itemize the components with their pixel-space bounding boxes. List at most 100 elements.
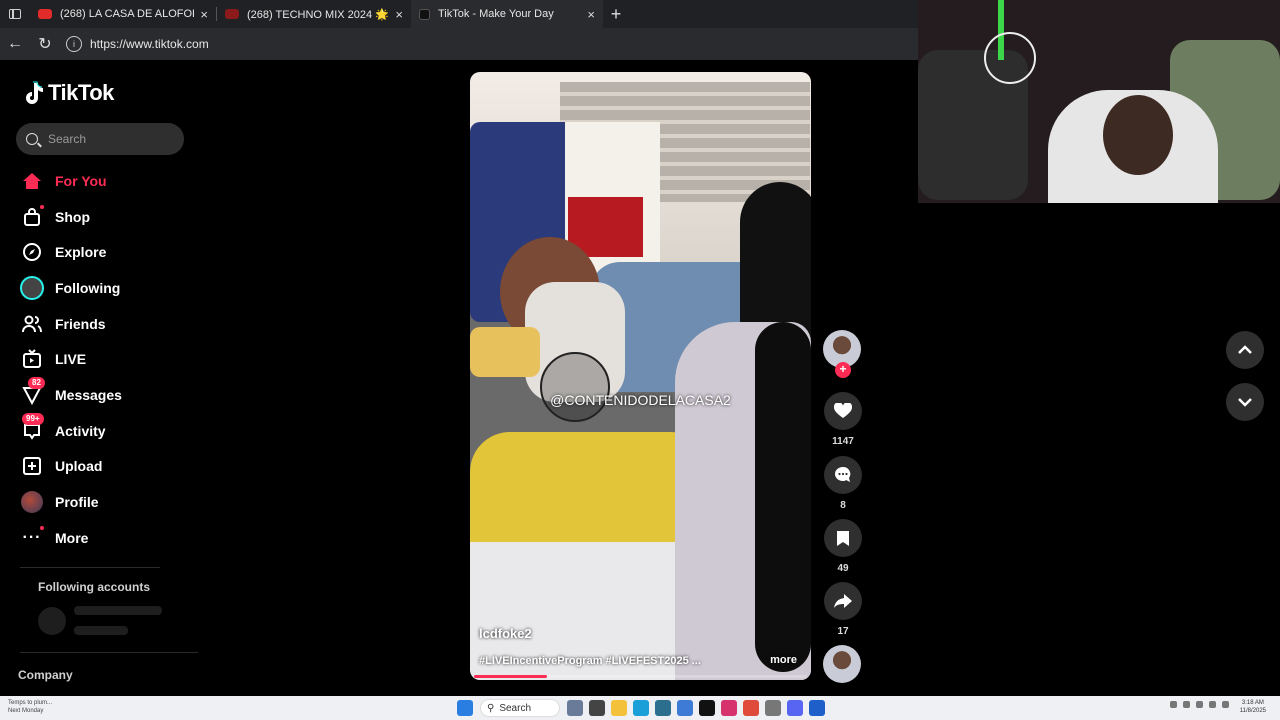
nav-label: For You — [55, 173, 107, 189]
discord-icon[interactable] — [787, 700, 803, 716]
nav-label: More — [55, 530, 89, 546]
video-scene-cake — [470, 327, 540, 377]
video-progress-fill — [474, 675, 548, 678]
system-tray[interactable] — [1167, 701, 1232, 708]
nav-messages[interactable]: 82 Messages — [20, 377, 122, 410]
nav-profile[interactable]: Profile — [20, 487, 99, 517]
search-placeholder: Search — [48, 132, 87, 146]
search-icon: ⚲ — [487, 702, 495, 714]
video-scene-fan — [540, 352, 610, 422]
previous-video-button[interactable] — [1226, 331, 1264, 369]
activity-badge: 99+ — [22, 413, 44, 425]
tab-la-casa[interactable]: (268) LA CASA DE ALOFOKE 2 (DI × — [30, 0, 216, 28]
search-icon — [26, 133, 38, 145]
share-count: 17 — [837, 626, 849, 637]
file-explorer-icon[interactable] — [611, 700, 627, 716]
video-progress-bar[interactable] — [474, 675, 807, 678]
wifi-icon[interactable] — [1209, 701, 1216, 708]
url-text: https://www.tiktok.com — [90, 37, 209, 51]
chrome-icon[interactable] — [743, 700, 759, 716]
share-button[interactable]: 17 — [823, 582, 863, 637]
music-disc-button[interactable] — [823, 645, 863, 683]
tiktok-icon[interactable] — [699, 700, 715, 716]
close-tab-icon[interactable]: × — [389, 7, 403, 22]
caption-more-button[interactable]: more — [770, 654, 797, 666]
messages-icon: 82 — [20, 377, 45, 407]
app-icon[interactable] — [589, 700, 605, 716]
author-avatar: + — [823, 330, 861, 378]
nav-more[interactable]: ··· More — [20, 523, 88, 553]
comment-button[interactable]: 8 — [823, 456, 863, 511]
tray-app-icon[interactable] — [1196, 701, 1203, 708]
nav-upload[interactable]: Upload — [20, 451, 102, 481]
save-button[interactable]: 49 — [823, 519, 863, 574]
nav-label: LIVE — [55, 351, 87, 367]
comment-icon — [824, 456, 862, 494]
reload-icon[interactable]: ↻ — [30, 28, 60, 60]
weather-line: Temps to plum... — [8, 700, 53, 706]
nav-friends[interactable]: Friends — [20, 309, 106, 339]
video-author-username[interactable]: lcdfoke2 — [479, 626, 532, 641]
volume-icon[interactable] — [1222, 701, 1229, 708]
profile-avatar-icon — [20, 490, 44, 514]
edge-icon[interactable] — [633, 700, 649, 716]
url-field[interactable]: i https://www.tiktok.com — [66, 32, 209, 56]
video-player[interactable]: @CONTENIDODELACASA2 lcdfoke2 #LIVEIncent… — [470, 72, 811, 680]
video-hashtags[interactable]: #LIVEIncentiveProgram #LIVEFEST2025 ... — [479, 655, 701, 667]
close-tab-icon[interactable]: × — [581, 7, 595, 22]
browser-tab-strip: (268) LA CASA DE ALOFOKE 2 (DI × (268) T… — [0, 0, 918, 28]
nav-activity[interactable]: 99+ Activity — [20, 413, 106, 446]
app-icon[interactable] — [809, 700, 825, 716]
messages-badge: 82 — [28, 377, 45, 389]
nav-label: Upload — [55, 458, 103, 474]
tab-techno-mix[interactable]: (268) TECHNO MIX 2024 🌟 Rem × — [217, 0, 411, 28]
loading-text-placeholder — [74, 606, 162, 615]
tray-app-icon[interactable] — [1183, 701, 1190, 708]
following-accounts-title: Following accounts — [38, 580, 151, 594]
nav-label: Messages — [55, 387, 122, 403]
tray-chevron-icon[interactable] — [1170, 701, 1177, 708]
app-icon[interactable] — [655, 700, 671, 716]
nav-shop[interactable]: Shop — [20, 202, 90, 232]
tab-tiktok[interactable]: TikTok - Make Your Day × — [411, 0, 603, 28]
tab-title: (268) LA CASA DE ALOFOKE 2 (DI — [60, 8, 194, 20]
nav-for-you[interactable]: For You — [20, 166, 107, 196]
instagram-icon[interactable] — [721, 700, 737, 716]
youtube-icon — [38, 9, 52, 19]
nav-following[interactable]: Following — [20, 273, 120, 303]
friends-icon — [20, 312, 44, 336]
nav-live[interactable]: LIVE — [20, 344, 86, 374]
search-input[interactable]: Search — [16, 123, 184, 155]
back-arrow-icon[interactable]: ← — [0, 28, 30, 60]
windows-start-icon[interactable] — [457, 700, 473, 716]
like-count: 1147 — [832, 436, 854, 447]
weather-line: Next Monday — [8, 708, 44, 714]
taskbar-clock[interactable]: 3:18 AM 11/8/2025 — [1240, 699, 1266, 715]
clock-date: 11/8/2025 — [1239, 708, 1266, 714]
taskbar-search[interactable]: ⚲ Search — [480, 699, 560, 717]
video-scene-hair — [755, 322, 811, 672]
window-menu-icon[interactable] — [0, 0, 30, 28]
company-link[interactable]: Company — [18, 668, 73, 682]
app-icon[interactable] — [677, 700, 693, 716]
site-info-icon[interactable]: i — [66, 36, 82, 52]
nav-label: Explore — [55, 244, 107, 260]
tab-title: TikTok - Make Your Day — [438, 8, 554, 20]
webcam-person-head — [1103, 95, 1173, 175]
follow-plus-button[interactable]: + — [835, 362, 851, 378]
author-avatar-button[interactable]: + — [823, 330, 863, 378]
nav-label: Profile — [55, 494, 99, 510]
new-tab-button[interactable]: + — [603, 0, 629, 28]
chevron-down-icon — [1238, 398, 1252, 407]
share-arrow-icon — [824, 582, 862, 620]
like-button[interactable]: 1147 — [823, 392, 863, 447]
weather-widget[interactable]: Temps to plum... Next Monday — [8, 699, 52, 715]
tiktok-logo[interactable]: TikTok — [22, 80, 114, 106]
nav-explore[interactable]: Explore — [20, 237, 106, 267]
close-tab-icon[interactable]: × — [194, 7, 208, 22]
settings-icon[interactable] — [765, 700, 781, 716]
notification-dot — [40, 205, 44, 209]
shop-bag-icon — [20, 205, 44, 229]
next-video-button[interactable] — [1226, 383, 1264, 421]
task-view-icon[interactable] — [567, 700, 583, 716]
